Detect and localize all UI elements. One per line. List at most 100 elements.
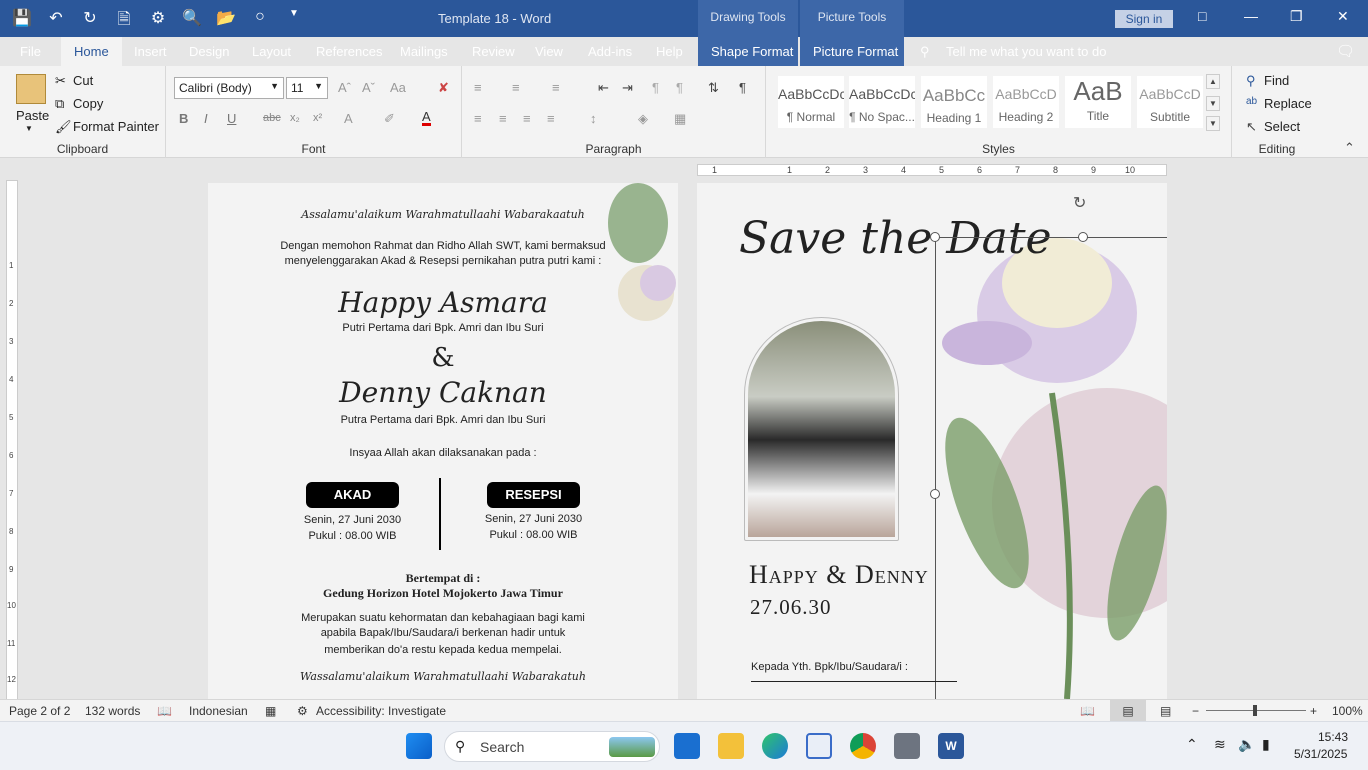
taskbar-search-box[interactable]: ⚲ Search xyxy=(444,731,660,762)
zoom-in-icon[interactable]: + xyxy=(1310,704,1317,718)
chrome-icon[interactable] xyxy=(850,733,876,759)
undo-icon[interactable]: ↶ xyxy=(46,8,66,35)
clear-formatting-icon[interactable]: ✘ xyxy=(438,80,449,96)
text-predictions-icon[interactable]: ▦ xyxy=(265,704,276,718)
print-preview-icon[interactable]: 🔍 xyxy=(182,8,202,35)
clock-date[interactable]: 5/31/2025 xyxy=(1294,747,1347,761)
rotate-handle-icon[interactable]: ↻ xyxy=(1073,193,1086,213)
select-button[interactable]: Select xyxy=(1264,119,1300,134)
bullets-icon[interactable]: ≡ xyxy=(474,80,482,95)
increase-indent-icon[interactable]: ⇥ xyxy=(622,80,633,96)
zoom-out-icon[interactable]: − xyxy=(1192,704,1199,718)
line-spacing-icon[interactable]: ↕ xyxy=(590,111,597,126)
format-painter-button[interactable]: Format Painter xyxy=(73,119,159,134)
italic-icon[interactable]: I xyxy=(204,111,208,126)
text-effects-icon[interactable]: A xyxy=(344,111,353,126)
tab-mailings[interactable]: Mailings xyxy=(400,44,448,59)
numbering-icon[interactable]: ≡ xyxy=(512,80,520,95)
highlight-icon[interactable]: ✐ xyxy=(384,111,395,127)
zoom-slider-thumb[interactable] xyxy=(1253,705,1257,716)
copy-icon[interactable]: ⧉ xyxy=(55,96,64,112)
selection-frame[interactable] xyxy=(935,237,1167,699)
font-color-icon[interactable]: A xyxy=(422,110,431,126)
tab-layout[interactable]: Layout xyxy=(252,44,291,59)
tab-file[interactable]: File xyxy=(20,44,41,59)
tab-picture-format[interactable]: Picture Format xyxy=(813,44,898,59)
word-taskbar-icon[interactable]: W xyxy=(938,733,964,759)
customize-qat-icon[interactable]: ▼ xyxy=(284,8,304,35)
comments-icon[interactable]: 🗨 xyxy=(1336,42,1355,60)
format-painter-icon[interactable]: 🖌 xyxy=(55,119,72,135)
align-left-icon[interactable]: ≡ xyxy=(474,111,482,126)
resize-handle[interactable] xyxy=(930,489,940,499)
borders-icon[interactable]: ▦ xyxy=(674,111,686,127)
justify-icon[interactable]: ≡ xyxy=(547,111,555,126)
language-status[interactable]: Indonesian xyxy=(189,704,248,718)
resize-handle[interactable] xyxy=(930,232,940,242)
ribbon-display-icon[interactable]: □ xyxy=(1198,8,1206,24)
vertical-ruler[interactable]: 1 2 3 4 5 6 7 8 9 10 11 12 xyxy=(6,180,18,700)
clock-time[interactable]: 15:43 xyxy=(1318,730,1348,744)
tab-view[interactable]: View xyxy=(535,44,563,59)
close-button[interactable]: ✕ xyxy=(1337,8,1349,25)
tell-me-search[interactable]: Tell me what you want to do xyxy=(946,44,1106,59)
show-marks-icon[interactable]: ¶ xyxy=(739,80,746,95)
cut-icon[interactable]: ✂ xyxy=(55,73,66,89)
resize-handle[interactable] xyxy=(1078,232,1088,242)
paste-button[interactable]: Paste xyxy=(16,108,49,123)
minimize-button[interactable]: — xyxy=(1244,8,1258,24)
style-title[interactable]: AaB Title xyxy=(1065,76,1131,128)
replace-button[interactable]: Replace xyxy=(1264,96,1312,111)
tab-shape-format[interactable]: Shape Format xyxy=(711,44,793,59)
tab-help[interactable]: Help xyxy=(656,44,683,59)
grow-font-icon[interactable]: Aˆ xyxy=(338,80,351,95)
shrink-font-icon[interactable]: Aˇ xyxy=(362,80,375,95)
strikethrough-icon[interactable]: abc xyxy=(263,112,281,124)
page-2[interactable]: Save the Date ↻ Happy & Denny 27.06.30 K… xyxy=(697,183,1167,699)
start-windows-icon[interactable] xyxy=(406,733,432,759)
style-subtitle[interactable]: AaBbCcD Subtitle xyxy=(1137,76,1203,128)
align-right-icon[interactable]: ≡ xyxy=(523,111,531,126)
calculator-icon[interactable] xyxy=(894,733,920,759)
battery-icon[interactable]: ▮ xyxy=(1262,736,1270,753)
paste-dropdown-icon[interactable]: ▼ xyxy=(25,124,33,133)
styles-scroll-down-icon[interactable]: ▼ xyxy=(1206,96,1220,111)
style-heading-2[interactable]: AaBbCcD Heading 2 xyxy=(993,76,1059,128)
store-icon[interactable] xyxy=(674,733,700,759)
proofing-icon[interactable]: 📖 xyxy=(157,704,172,718)
paste-icon[interactable] xyxy=(16,74,46,104)
tab-review[interactable]: Review xyxy=(472,44,515,59)
wifi-icon[interactable]: ≋ xyxy=(1214,736,1226,753)
style-normal[interactable]: AaBbCcDc ¶ Normal xyxy=(778,76,844,128)
sign-in-button[interactable]: Sign in xyxy=(1115,10,1173,28)
font-name-combo[interactable]: Calibri (Body) ▼ xyxy=(174,77,284,99)
cut-button[interactable]: Cut xyxy=(73,73,93,88)
style-no-spacing[interactable]: AaBbCcDc ¶ No Spac... xyxy=(849,76,915,128)
print-layout-icon[interactable]: ▤ xyxy=(1110,700,1146,722)
copy-button[interactable]: Copy xyxy=(73,96,103,111)
web-layout-icon[interactable]: ▤ xyxy=(1160,704,1171,718)
sort-icon[interactable]: ⇅ xyxy=(708,80,719,96)
change-case-icon[interactable]: Aa xyxy=(390,80,406,95)
decrease-indent-icon[interactable]: ⇤ xyxy=(598,80,609,96)
snipping-tool-icon[interactable] xyxy=(806,733,832,759)
ltr-icon[interactable]: ¶ xyxy=(652,80,659,95)
volume-icon[interactable]: 🔈 xyxy=(1238,736,1255,753)
save-icon[interactable]: 💾 xyxy=(12,8,32,35)
tab-insert[interactable]: Insert xyxy=(134,44,167,59)
new-document-icon[interactable]: 🗎 xyxy=(114,8,134,35)
styles-more-icon[interactable]: ▼ xyxy=(1206,116,1220,131)
bold-icon[interactable]: B xyxy=(179,111,188,126)
multilevel-list-icon[interactable]: ≡ xyxy=(552,80,560,95)
edge-icon[interactable] xyxy=(762,733,788,759)
find-button[interactable]: Find xyxy=(1264,73,1289,88)
collapse-ribbon-icon[interactable]: ⌃ xyxy=(1344,140,1355,156)
redo-icon[interactable]: ↻ xyxy=(80,8,100,35)
align-center-icon[interactable]: ≡ xyxy=(499,111,507,126)
style-heading-1[interactable]: AaBbCc Heading 1 xyxy=(921,76,987,128)
page-count[interactable]: Page 2 of 2 xyxy=(9,704,70,718)
superscript-icon[interactable]: x² xyxy=(313,112,322,124)
file-explorer-icon[interactable] xyxy=(718,733,744,759)
shading-icon[interactable]: ◈ xyxy=(638,111,648,127)
underline-icon[interactable]: U xyxy=(227,111,236,126)
